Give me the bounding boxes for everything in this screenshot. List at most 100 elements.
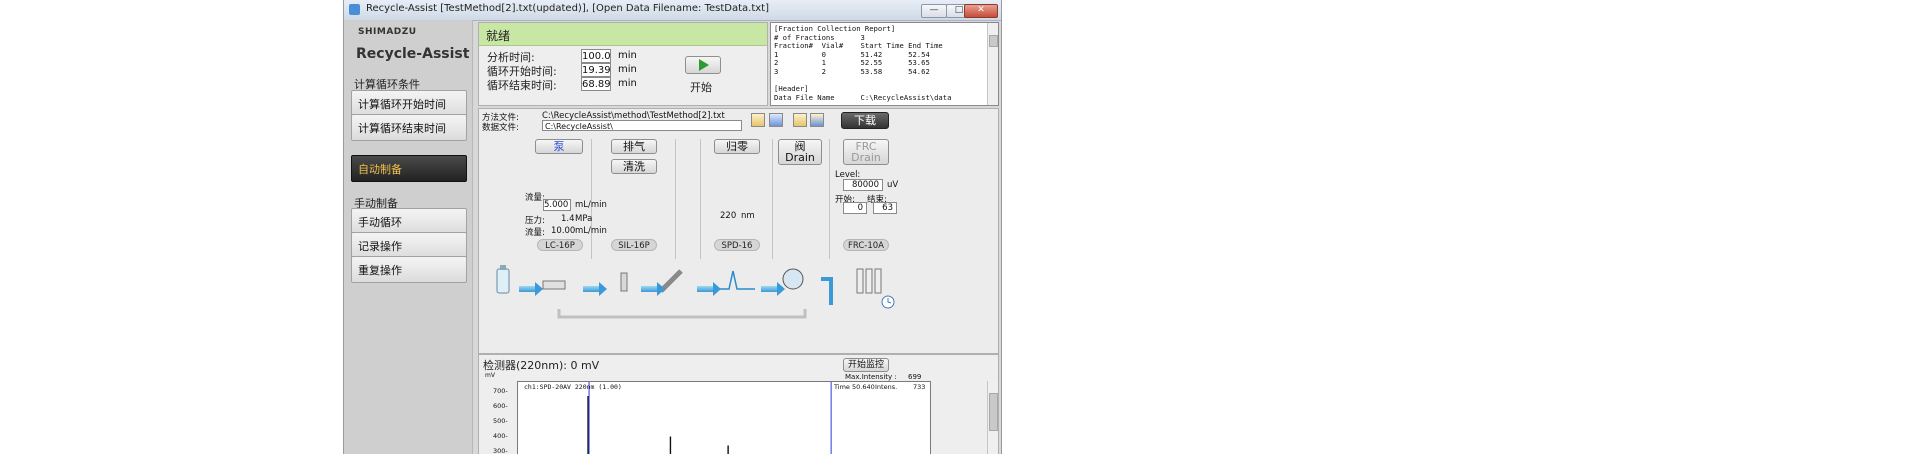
wavelength-value: 220 xyxy=(720,211,737,221)
app-window: Recycle-Assist [TestMethod[2].txt(update… xyxy=(343,0,1002,454)
drain-arrow xyxy=(821,277,833,305)
save-file-icon[interactable] xyxy=(810,113,824,127)
pressure-unit: MPa xyxy=(575,214,593,224)
flow-unit: mL/min xyxy=(575,200,607,210)
analysis-time-field[interactable]: 100.0 xyxy=(581,49,611,63)
tube-icon xyxy=(856,268,864,294)
tube-icon xyxy=(874,268,882,294)
calc-start-button[interactable]: 计算循环开始时间 xyxy=(351,90,467,117)
injector-icon xyxy=(620,272,628,292)
detector-panel: 检测器(220nm): 0 mV 开始监控 Max.Intensity : 69… xyxy=(478,354,999,454)
status-panel: 就绪 分析时间: 100.0 min 循环开始时间: 19.39 min 循环结… xyxy=(478,22,768,106)
start-button[interactable] xyxy=(685,56,721,74)
module-sil16p: SIL-16P xyxy=(611,239,657,251)
cycle-end-label: 循环结束时间: xyxy=(487,79,557,92)
y-tick-label: 500- xyxy=(493,417,508,425)
minimize-button[interactable]: — xyxy=(921,4,947,18)
fraction-report[interactable]: [Fraction Collection Report] # of Fracti… xyxy=(770,22,999,106)
record-button[interactable]: 记录操作 xyxy=(351,232,467,259)
rinse-button[interactable]: 清洗 xyxy=(611,159,657,174)
flow-field[interactable]: 5.000 xyxy=(543,199,571,211)
cursor-time-value: 50.640 xyxy=(852,383,875,391)
cursor-time-label: Time xyxy=(834,383,850,391)
bottle-cap xyxy=(500,265,506,270)
module-frc10a: FRC-10A xyxy=(843,239,889,251)
divider xyxy=(591,139,592,259)
close-button[interactable]: ✕ xyxy=(964,4,998,18)
data-file-label: 数据文件: xyxy=(482,123,519,133)
download-button[interactable]: 下载 xyxy=(841,112,889,129)
flow2-unit: mL/min xyxy=(575,226,607,236)
level-unit: uV xyxy=(887,180,899,190)
cycle-start-unit: min xyxy=(618,64,637,75)
y-tick-label: 600- xyxy=(493,402,508,410)
flow2-label: 流量: xyxy=(525,228,545,238)
manual-cycle-button[interactable]: 手动循环 xyxy=(351,208,467,235)
channel-label: ch1:SPD-20AV 220nm (1.00) xyxy=(524,383,622,391)
app-name: Recycle-Assist xyxy=(356,46,470,62)
pressure-label: 压力: xyxy=(525,216,545,226)
vent-button[interactable]: 排气 xyxy=(611,139,657,154)
wavelength-unit: nm xyxy=(741,211,755,221)
arrow-icon xyxy=(761,282,785,296)
status-header: 就绪 xyxy=(479,23,767,46)
start-label: 开始 xyxy=(690,81,712,94)
arrow-icon xyxy=(583,282,607,296)
frc-end-field[interactable]: 63 xyxy=(873,202,897,214)
calc-end-button[interactable]: 计算循环结束时间 xyxy=(351,114,467,141)
valve-drain-button[interactable]: 阀 Drain xyxy=(778,139,822,165)
max-intensity-label: Max.Intensity : xyxy=(845,373,897,381)
plot-scroll-thumb[interactable] xyxy=(989,393,998,431)
divider xyxy=(700,139,701,259)
arrow-icon xyxy=(697,282,721,296)
data-file-field[interactable]: C:\RecycleAssist\ xyxy=(542,120,742,131)
zero-button[interactable]: 归零 xyxy=(714,139,760,154)
pump-button[interactable]: 泵 xyxy=(535,139,583,154)
app-icon xyxy=(349,4,360,15)
brand-logo: SHIMADZU xyxy=(358,27,417,37)
level-field[interactable]: 80000 xyxy=(843,179,883,191)
auto-prep-button[interactable]: 自动制备 xyxy=(351,155,467,182)
arrow-icon xyxy=(641,282,665,296)
status-text: 就绪 xyxy=(486,29,511,43)
y-axis-unit: mV xyxy=(485,372,495,379)
cursor-intens-label: Intens. xyxy=(875,383,898,391)
valve-drain-label: Drain xyxy=(785,151,815,164)
plot-scrollbar[interactable] xyxy=(987,381,998,454)
divider xyxy=(829,139,830,259)
solvent-bottle-icon xyxy=(496,268,510,294)
detector-peak-icon xyxy=(715,270,755,290)
valve-icon xyxy=(782,268,804,290)
arrow-icon xyxy=(519,282,543,296)
flow2-value: 10.00 xyxy=(551,226,576,236)
analysis-time-unit: min xyxy=(618,50,637,61)
clock-icon[interactable] xyxy=(881,295,895,309)
flow-label: 流量: xyxy=(525,193,545,203)
save-icon[interactable] xyxy=(769,113,783,127)
frc-start-field[interactable]: 0 xyxy=(843,202,867,214)
report-scroll-thumb[interactable] xyxy=(989,35,998,47)
flow-diagram xyxy=(496,265,882,319)
pump-icon xyxy=(542,280,566,290)
tube-icon xyxy=(865,268,873,294)
module-lc16p: LC-16P xyxy=(537,239,583,251)
cursor-intens-value: 733 xyxy=(913,383,926,391)
open-folder-icon[interactable] xyxy=(751,113,765,127)
max-intensity-value: 699 xyxy=(908,373,922,381)
cycle-start-field[interactable]: 19.39 xyxy=(581,63,611,77)
cycle-end-field[interactable]: 68.89 xyxy=(581,77,611,91)
sidebar: SHIMADZU Recycle-Assist 计算循环条件 计算循环开始时间 … xyxy=(344,20,473,454)
repeat-button[interactable]: 重复操作 xyxy=(351,256,467,283)
chromatogram-svg xyxy=(587,382,832,454)
open-file-icon[interactable] xyxy=(793,113,807,127)
recycle-loop xyxy=(557,309,807,319)
y-tick-label: 400- xyxy=(493,432,508,440)
report-text: [Fraction Collection Report] # of Fracti… xyxy=(774,24,952,102)
frc-drain-button[interactable]: FRC Drain xyxy=(843,139,889,165)
chromatogram-plot[interactable]: ch1:SPD-20AV 220nm (1.00) Time 50.640 In… xyxy=(517,381,931,454)
cycle-end-unit: min xyxy=(618,78,637,89)
report-scrollbar[interactable] xyxy=(987,23,998,105)
divider xyxy=(675,139,676,259)
detector-title: 检测器(220nm): 0 mV xyxy=(483,359,600,372)
start-monitor-button[interactable]: 开始监控 xyxy=(843,358,889,372)
